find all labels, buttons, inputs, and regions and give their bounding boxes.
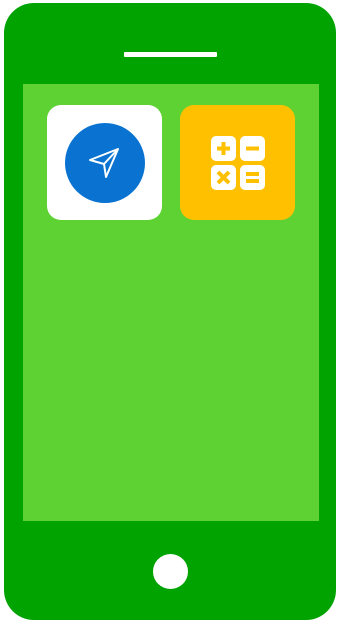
home-screen <box>23 84 319 521</box>
phone-frame <box>4 3 336 620</box>
speaker-slot <box>124 52 217 57</box>
calculator-app-icon[interactable] <box>180 105 295 220</box>
navigation-arrow-icon <box>88 147 119 178</box>
calculator-icon <box>210 135 265 190</box>
home-button[interactable] <box>153 554 188 589</box>
navigation-circle <box>64 122 145 203</box>
navigation-app-icon[interactable] <box>47 105 162 220</box>
